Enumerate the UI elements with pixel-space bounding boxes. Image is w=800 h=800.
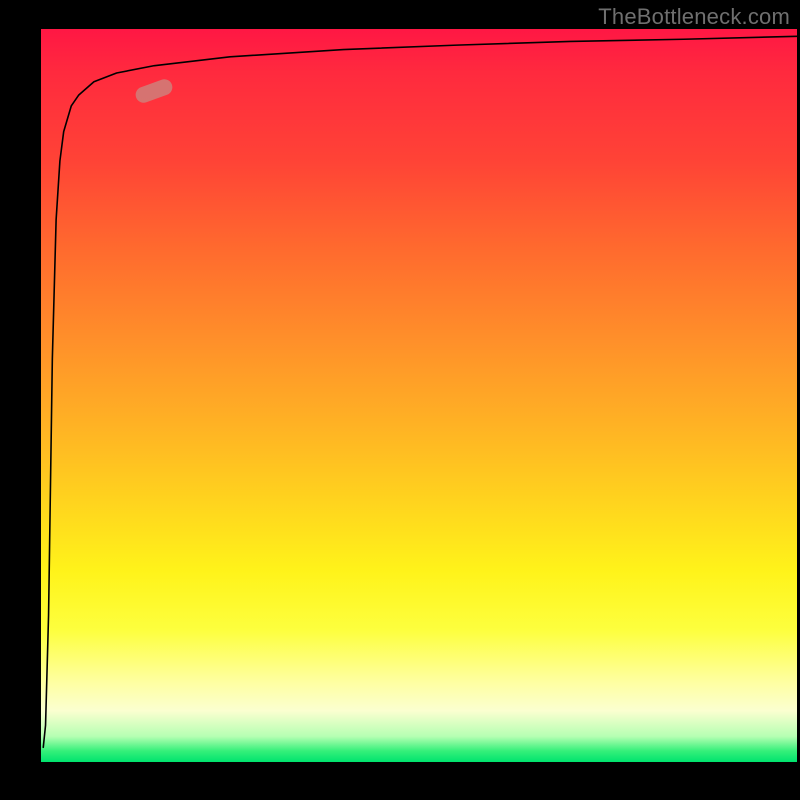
plot-area (41, 29, 797, 762)
bottleneck-curve (43, 36, 797, 747)
attribution-text: TheBottleneck.com (598, 4, 790, 30)
chart-frame: TheBottleneck.com (0, 0, 800, 800)
curve-layer (41, 29, 797, 762)
